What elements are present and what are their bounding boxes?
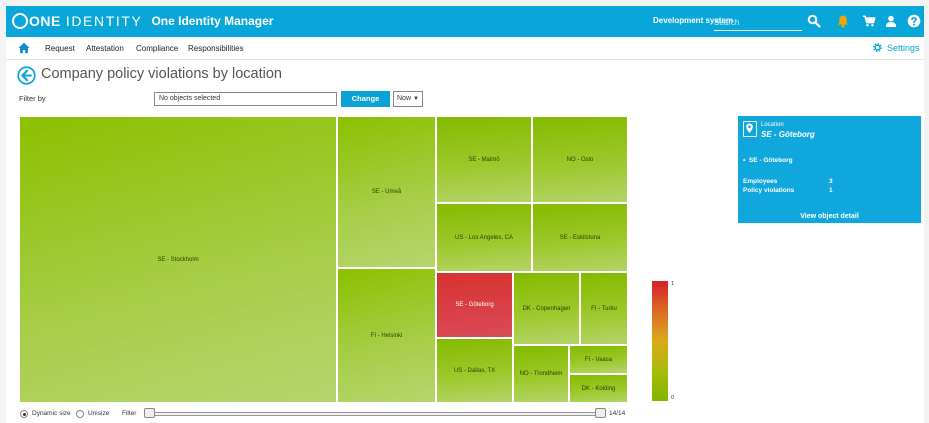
filter-field[interactable]: No objects selected xyxy=(154,92,337,106)
tile-no-oslo[interactable]: NO - Oslo xyxy=(532,116,628,203)
search-icon[interactable] xyxy=(807,14,821,28)
search-input[interactable] xyxy=(714,13,802,32)
employees-label: Employees xyxy=(743,178,778,185)
dynamic-size-radio[interactable] xyxy=(20,410,28,418)
tile-fi-vaasa[interactable]: FI - Vaasa xyxy=(569,345,628,374)
policy-violations-label: Policy violations xyxy=(743,187,795,194)
dynamic-size-label: Dynamic size xyxy=(32,410,71,417)
bell-icon[interactable] xyxy=(836,14,850,28)
settings-label: Settings xyxy=(887,42,920,53)
home-icon[interactable] xyxy=(18,42,30,54)
filter-slider-max-handle[interactable] xyxy=(595,408,606,418)
location-bullet: • SE - Göteborg xyxy=(743,157,793,164)
main-nav: Request Attestation Compliance Responsib… xyxy=(6,37,924,60)
period-select[interactable]: Now ▼ xyxy=(393,91,423,107)
tile-us-dallas[interactable]: US - Dallas, TX xyxy=(436,338,513,403)
location-detail-panel: Location SE - Göteborg • SE - Göteborg E… xyxy=(738,116,921,223)
color-scale-bar xyxy=(652,281,668,401)
view-object-detail-link[interactable]: View object detail xyxy=(738,213,921,220)
app-window: ONE IDENTITY One Identity Manager Develo… xyxy=(6,6,924,423)
search-box xyxy=(714,12,802,32)
unisize-radio[interactable] xyxy=(76,410,84,418)
tile-dk-kolding[interactable]: DK - Kolding xyxy=(569,374,628,403)
location-bullet-text: SE - Göteborg xyxy=(748,157,793,164)
logo-identity-text: IDENTITY xyxy=(65,13,143,29)
employees-value: 3 xyxy=(829,178,833,185)
page-title: Company policy violations by location xyxy=(41,66,282,82)
tile-se-stockholm[interactable]: SE - Stockholm xyxy=(19,116,337,403)
cart-icon[interactable] xyxy=(862,14,876,28)
tile-se-umea[interactable]: SE - Umeå xyxy=(337,116,436,268)
gear-icon xyxy=(873,43,882,52)
location-label: Location xyxy=(761,122,784,128)
tile-se-malmo[interactable]: SE - Malmö xyxy=(436,116,532,203)
top-header: ONE IDENTITY One Identity Manager Develo… xyxy=(6,6,924,37)
tile-no-trondheim[interactable]: NO - Trondheim xyxy=(513,345,569,403)
unisize-label: Unisize xyxy=(88,410,110,417)
tile-us-los-angeles[interactable]: US - Los Angeles, CA xyxy=(436,203,532,272)
filter-slider-min-handle[interactable] xyxy=(144,408,155,418)
tile-se-goteborg[interactable]: SE - Göteborg xyxy=(436,272,513,338)
settings-link[interactable]: Settings xyxy=(872,42,920,53)
filter-slider-label: Filter xyxy=(122,410,137,417)
logo-ring-icon xyxy=(12,13,28,29)
tile-fi-helsinki[interactable]: FI - Helsinki xyxy=(337,268,436,403)
color-scale-min: 0 xyxy=(671,395,675,401)
filter-slider-track[interactable] xyxy=(148,412,600,416)
tile-fi-turku[interactable]: FI - Turku xyxy=(580,272,628,345)
nav-item-compliance[interactable]: Compliance xyxy=(136,44,178,53)
logo-one-text: ONE xyxy=(29,13,61,29)
filter-count: 14/14 xyxy=(609,410,626,417)
dropdown-arrow-icon: ▼ xyxy=(412,96,419,102)
nav-item-responsibilities[interactable]: Responsibilities xyxy=(188,44,244,53)
tile-dk-copenhagen[interactable]: DK - Copenhagen xyxy=(513,272,580,345)
tile-se-eskilstuna[interactable]: SE - Eskilstuna xyxy=(532,203,628,272)
period-value: Now xyxy=(397,95,412,102)
help-icon[interactable] xyxy=(907,14,921,28)
app-logo[interactable]: ONE IDENTITY One Identity Manager xyxy=(12,11,273,31)
location-value: SE - Göteborg xyxy=(761,130,815,139)
nav-item-attestation[interactable]: Attestation xyxy=(86,44,124,53)
filter-label: Filter by xyxy=(19,94,46,103)
back-arrow-icon[interactable] xyxy=(17,66,36,85)
app-name: One Identity Manager xyxy=(151,14,274,28)
policy-violations-value: 1 xyxy=(829,187,833,194)
change-button[interactable]: Change xyxy=(341,91,390,107)
location-pin-icon xyxy=(743,121,757,137)
color-scale-max: 1 xyxy=(671,281,675,287)
nav-item-request[interactable]: Request xyxy=(45,44,75,53)
user-icon[interactable] xyxy=(884,14,898,28)
